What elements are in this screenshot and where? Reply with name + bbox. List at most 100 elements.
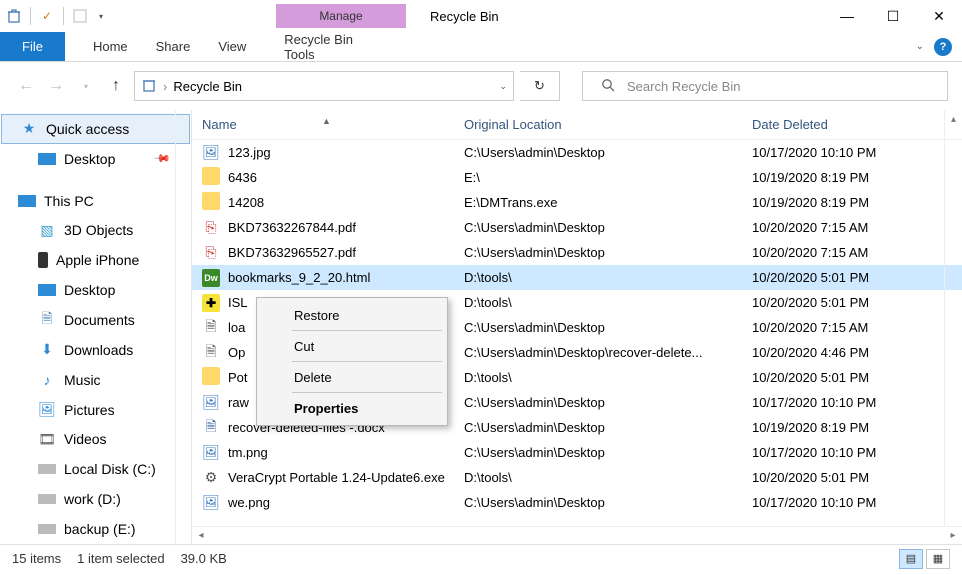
tab-file[interactable]: File (0, 32, 65, 61)
file-name: 6436 (228, 170, 257, 185)
details-view-button[interactable]: ▤ (899, 549, 923, 569)
vertical-scrollbar[interactable]: ▴ (944, 110, 962, 526)
scroll-left-icon[interactable]: ◂ (192, 530, 210, 541)
file-row[interactable]: 🖼tm.pngC:\Users\admin\Desktop10/17/2020 … (192, 440, 962, 465)
file-date-deleted: 10/19/2020 8:19 PM (752, 420, 962, 435)
navigation-row: ← → ▾ ↑ › Recycle Bin ⌄ ↻ Search Recycle… (0, 62, 962, 110)
file-date-deleted: 10/20/2020 5:01 PM (752, 370, 962, 385)
ctx-properties[interactable]: Properties (260, 394, 444, 422)
file-row[interactable]: ⎘BKD73632267844.pdfC:\Users\admin\Deskto… (192, 215, 962, 240)
scroll-up-icon[interactable]: ▴ (945, 110, 962, 128)
history-dropdown[interactable]: ▾ (74, 74, 98, 98)
status-selected: 1 item selected (77, 551, 164, 566)
search-box[interactable]: Search Recycle Bin (582, 71, 948, 101)
properties-icon[interactable]: ✓ (37, 6, 57, 26)
drive-icon (38, 494, 56, 504)
file-row[interactable]: 🖼we.pngC:\Users\admin\Desktop10/17/2020 … (192, 490, 962, 515)
file-icon: ⎘ (202, 244, 220, 262)
pin-icon: 📌 (153, 149, 172, 168)
status-size: 39.0 KB (181, 551, 227, 566)
large-icons-view-button[interactable]: ▦ (926, 549, 950, 569)
pc-icon (18, 195, 36, 207)
file-row[interactable]: 🖼123.jpgC:\Users\admin\Desktop10/17/2020… (192, 140, 962, 165)
file-date-deleted: 10/17/2020 10:10 PM (752, 495, 962, 510)
file-date-deleted: 10/17/2020 10:10 PM (752, 145, 962, 160)
col-name-label: Name (202, 117, 237, 132)
nav-label: Desktop (64, 282, 115, 298)
qat-dropdown-icon[interactable]: ▾ (96, 12, 106, 21)
search-icon (601, 78, 615, 95)
file-original-location: E:\ (464, 170, 752, 185)
col-name[interactable]: Name ▲ (192, 117, 464, 132)
tab-recycle-bin-tools[interactable]: Recycle Bin Tools (270, 32, 400, 61)
title-bar: ✓ ▾ Manage Recycle Bin — ☐ ✕ (0, 0, 962, 32)
ctx-cut[interactable]: Cut (260, 332, 444, 360)
separator (292, 392, 442, 393)
col-original-location[interactable]: Original Location (464, 117, 752, 132)
address-dropdown-icon[interactable]: ⌄ (499, 81, 507, 92)
nav-label: Apple iPhone (56, 252, 139, 268)
maximize-button[interactable]: ☐ (870, 0, 916, 32)
forward-button[interactable]: → (44, 74, 68, 98)
col-date-deleted[interactable]: Date Deleted (752, 117, 962, 132)
help-button[interactable]: ? (934, 38, 952, 56)
ctx-restore[interactable]: Restore (260, 301, 444, 329)
file-icon: ✚ (202, 294, 220, 312)
recycle-bin-icon[interactable] (4, 6, 24, 26)
horizontal-scrollbar[interactable]: ◂ ▸ (192, 526, 962, 544)
file-date-deleted: 10/17/2020 10:10 PM (752, 395, 962, 410)
file-icon: 🖼 (202, 444, 220, 462)
breadcrumb-separator: › (163, 79, 167, 94)
nav-apple-iphone[interactable]: Apple iPhone (0, 245, 191, 275)
file-icon (202, 167, 220, 188)
minimize-button[interactable]: — (824, 0, 870, 32)
tab-view[interactable]: View (204, 32, 260, 61)
nav-desktop[interactable]: Desktop (0, 275, 191, 305)
file-original-location: E:\DMTrans.exe (464, 195, 752, 210)
nav-work-d[interactable]: work (D:) (0, 484, 191, 514)
file-date-deleted: 10/19/2020 8:19 PM (752, 195, 962, 210)
file-original-location: C:\Users\admin\Desktop (464, 495, 752, 510)
file-name: we.png (228, 495, 270, 510)
file-row[interactable]: ⚙VeraCrypt Portable 1.24-Update6.exeD:\t… (192, 465, 962, 490)
file-date-deleted: 10/20/2020 7:15 AM (752, 220, 962, 235)
nav-backup-e[interactable]: backup (E:) (0, 514, 191, 544)
refresh-button[interactable]: ↻ (520, 71, 560, 101)
file-row[interactable]: 6436E:\10/19/2020 8:19 PM (192, 165, 962, 190)
back-button[interactable]: ← (14, 74, 38, 98)
nav-3d-objects[interactable]: ▧3D Objects (0, 216, 191, 246)
nav-scrollbar[interactable] (175, 110, 191, 544)
file-row[interactable]: 14208E:\DMTrans.exe10/19/2020 8:19 PM (192, 190, 962, 215)
nav-local-disk-c[interactable]: Local Disk (C:) (0, 454, 191, 484)
ribbon-collapse-icon[interactable]: ⌄ (916, 41, 924, 52)
file-row[interactable]: Dwbookmarks_9_2_20.htmlD:\tools\10/20/20… (192, 265, 962, 290)
nav-videos[interactable]: 🎞Videos (0, 425, 191, 455)
nav-pictures[interactable]: 🖼Pictures (0, 395, 191, 425)
ctx-delete[interactable]: Delete (260, 363, 444, 391)
file-original-location: C:\Users\admin\Desktop (464, 395, 752, 410)
file-date-deleted: 10/20/2020 4:46 PM (752, 345, 962, 360)
file-name: ISL (228, 295, 248, 310)
address-bar[interactable]: › Recycle Bin ⌄ (134, 71, 514, 101)
close-button[interactable]: ✕ (916, 0, 962, 32)
nav-downloads[interactable]: ⬇Downloads (0, 335, 191, 365)
nav-music[interactable]: ♪Music (0, 365, 191, 395)
nav-quick-access[interactable]: ★ Quick access (1, 114, 190, 144)
file-row[interactable]: ⎘BKD73632965527.pdfC:\Users\admin\Deskto… (192, 240, 962, 265)
tab-share[interactable]: Share (142, 32, 205, 61)
desktop-icon (38, 284, 56, 296)
ribbon-tabs: File Home Share View Recycle Bin Tools ⌄… (0, 32, 962, 62)
nav-this-pc[interactable]: This PC (0, 186, 191, 216)
nav-documents[interactable]: 🗎Documents (0, 305, 191, 335)
scroll-right-icon[interactable]: ▸ (944, 530, 962, 541)
nav-label: Pictures (64, 402, 115, 418)
nav-quick-desktop[interactable]: Desktop 📌 (0, 144, 191, 174)
context-tab-header: Manage (276, 4, 406, 28)
phone-icon (38, 252, 48, 268)
drive-icon (38, 464, 56, 474)
qat-blank[interactable] (70, 6, 90, 26)
up-button[interactable]: ↑ (104, 74, 128, 98)
file-original-location: C:\Users\admin\Desktop (464, 145, 752, 160)
file-date-deleted: 10/17/2020 10:10 PM (752, 445, 962, 460)
tab-home[interactable]: Home (79, 32, 142, 61)
